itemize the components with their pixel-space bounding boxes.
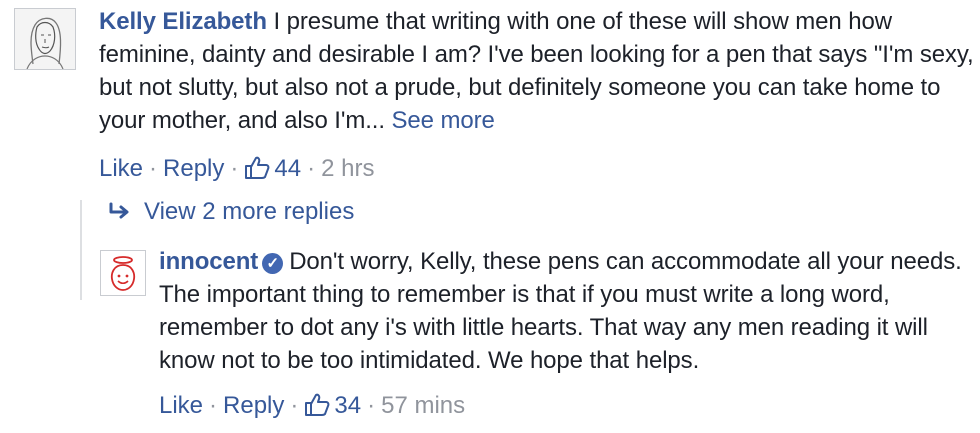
comment-actions-kelly: Like · Reply · 44 · 2 hrs — [99, 154, 374, 188]
thumbs-up-icon — [244, 156, 270, 188]
comment-author-kelly[interactable]: Kelly Elizabeth — [99, 8, 267, 35]
timestamp[interactable]: 2 hrs — [321, 155, 374, 182]
comment-actions-innocent: Like · Reply · 34 · 57 mins — [159, 391, 465, 425]
like-count-value: 34 — [334, 392, 362, 419]
reply-button[interactable]: Reply — [223, 392, 284, 419]
reply-button[interactable]: Reply — [163, 155, 224, 182]
avatar-innocent[interactable] — [100, 250, 146, 296]
like-count[interactable]: 44 — [244, 155, 301, 182]
like-count[interactable]: 34 — [304, 392, 361, 419]
separator-dot: · — [209, 392, 218, 419]
separator-dot: · — [307, 155, 316, 182]
innocent-logo-icon — [110, 256, 136, 291]
thread-line — [80, 200, 82, 300]
separator-dot: · — [149, 155, 158, 182]
separator-dot: · — [290, 392, 299, 419]
comment-author-innocent[interactable]: innocent — [159, 248, 258, 275]
like-button[interactable]: Like — [159, 392, 203, 419]
like-count-value: 44 — [274, 155, 302, 182]
avatar-kelly[interactable] — [14, 8, 76, 70]
verified-badge-icon: ✓ — [262, 253, 284, 274]
reply-arrow-icon — [108, 198, 132, 228]
user-sketch-icon — [26, 17, 64, 69]
separator-dot: · — [230, 155, 239, 182]
comment-body-kelly: Kelly Elizabeth I presume that writing w… — [99, 5, 979, 137]
see-more-link[interactable]: See more — [392, 107, 495, 134]
view-more-replies-label: View 2 more replies — [144, 198, 355, 225]
thumbs-up-icon — [304, 393, 330, 425]
comment-body-innocent: innocent ✓ Don't worry, Kelly, these pens … — [159, 245, 974, 377]
like-button[interactable]: Like — [99, 155, 143, 182]
separator-dot: · — [367, 392, 376, 419]
timestamp[interactable]: 57 mins — [381, 392, 465, 419]
view-more-replies-link[interactable]: View 2 more replies — [108, 197, 354, 228]
